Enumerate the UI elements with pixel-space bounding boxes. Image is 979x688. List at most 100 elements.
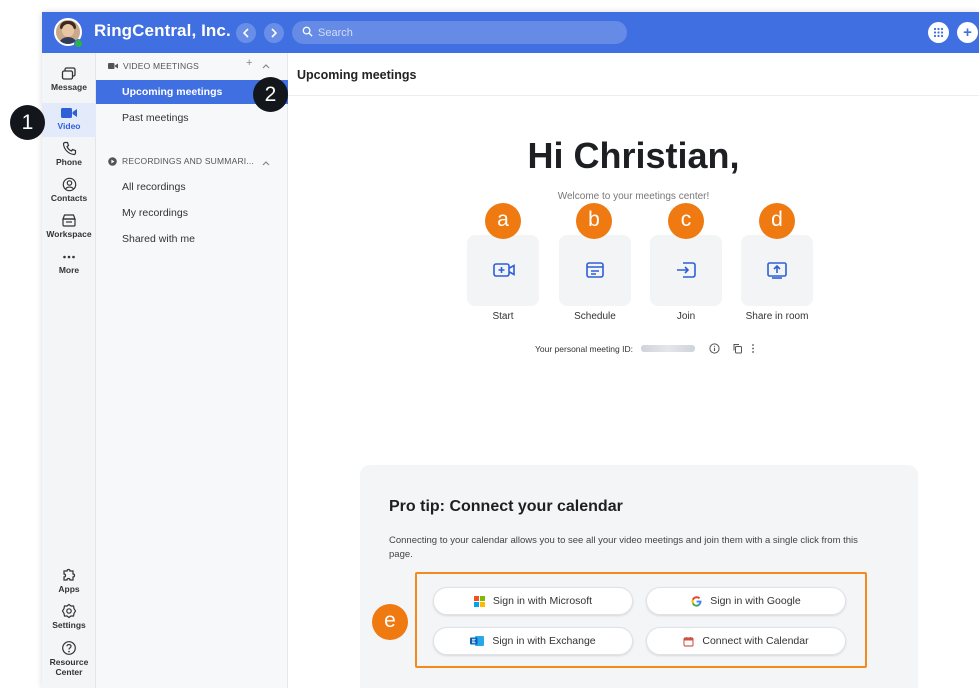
- rail-item-label: Resource: [49, 657, 89, 667]
- exchange-icon: [470, 636, 485, 646]
- rail-item-label: Workspace: [46, 229, 92, 239]
- button-label: Sign in with Microsoft: [492, 595, 593, 607]
- annotation-badge-d: d: [759, 203, 795, 239]
- schedule-meeting-button[interactable]: [559, 235, 631, 306]
- rail-item-label: Phone: [56, 157, 82, 167]
- annotation-badge-a: a: [485, 203, 521, 239]
- calendar-icon: [683, 636, 694, 646]
- microsoft-icon: [473, 595, 485, 607]
- rail-item-workspace[interactable]: Workspace: [42, 213, 96, 247]
- section-title: VIDEO MEETINGS: [123, 61, 200, 71]
- top-bar: RingCentral, Inc. +: [42, 12, 979, 53]
- rail-item-label: Contacts: [50, 193, 88, 203]
- start-meeting-icon: [493, 263, 515, 277]
- join-meeting-button[interactable]: [650, 235, 722, 306]
- rail-item-label: Message: [51, 82, 87, 92]
- sidebar-item-my-recordings[interactable]: My recordings: [96, 201, 288, 225]
- new-action-button[interactable]: +: [957, 22, 978, 43]
- greeting: Hi Christian,: [527, 135, 740, 176]
- rail-item-video[interactable]: Video: [42, 103, 96, 137]
- chevron-up-icon: [262, 64, 270, 69]
- chevron-left-icon: [242, 28, 249, 38]
- annotation-badge-1: 1: [10, 105, 45, 140]
- rail-item-resource-center[interactable]: Resource Center: [42, 640, 96, 684]
- info-icon[interactable]: [709, 343, 720, 354]
- pro-tip-description: Connecting to your calendar allows you t…: [389, 535, 858, 560]
- action-label-share-in-room: Share in room: [745, 311, 809, 322]
- personal-meeting-id-label: Your personal meeting ID:: [535, 343, 633, 354]
- search-input[interactable]: [318, 24, 618, 41]
- phone-icon: [62, 141, 76, 156]
- sidebar-item-all-recordings[interactable]: All recordings: [96, 175, 288, 199]
- sign-in-google-button[interactable]: Sign in with Google: [646, 587, 846, 615]
- sidebar-item-past-meetings[interactable]: Past meetings: [96, 106, 288, 130]
- share-in-room-button[interactable]: [741, 235, 813, 306]
- pro-tip-title: Pro tip: Connect your calendar: [389, 498, 623, 515]
- rail-item-phone[interactable]: Phone: [42, 141, 96, 175]
- section-header-recordings: RECORDINGS AND SUMMARI...: [108, 154, 254, 168]
- org-name: RingCentral, Inc.: [94, 21, 231, 40]
- video-icon: [61, 108, 77, 118]
- collapse-recordings-section-button[interactable]: [262, 157, 270, 169]
- button-label: Sign in with Google: [710, 595, 801, 607]
- rail-item-label: More: [58, 265, 80, 275]
- action-label-start: Start: [492, 311, 514, 322]
- rail-item-more[interactable]: More: [42, 249, 96, 283]
- more-icon: [63, 255, 75, 259]
- rail-item-label: Video: [57, 121, 81, 131]
- dialpad-button[interactable]: [928, 22, 949, 43]
- sign-in-exchange-button[interactable]: Sign in with Exchange: [433, 627, 633, 655]
- app-window: RingCentral, Inc. + Message Video P: [42, 12, 979, 688]
- annotation-badge-b: b: [576, 203, 612, 239]
- action-label-schedule: Schedule: [574, 311, 616, 322]
- search-bar[interactable]: [292, 21, 627, 44]
- contacts-icon: [62, 177, 76, 192]
- settings-icon: [61, 603, 77, 619]
- help-icon: [62, 641, 76, 655]
- rail-item-apps[interactable]: Apps: [42, 567, 96, 601]
- rail-item-settings[interactable]: Settings: [42, 603, 96, 637]
- copy-icon[interactable]: [732, 343, 743, 354]
- google-icon: [691, 595, 702, 607]
- welcome-text: Welcome to your meetings center!: [557, 191, 710, 202]
- rail-item-message[interactable]: Message: [42, 67, 96, 101]
- connect-with-calendar-button[interactable]: Connect with Calendar: [646, 627, 846, 655]
- action-label-join: Join: [676, 311, 696, 322]
- annotation-badge-2: 2: [253, 77, 288, 112]
- search-icon: [302, 26, 313, 37]
- meetings-sidebar: VIDEO MEETINGS + Upcoming meetings Past …: [96, 53, 288, 688]
- plus-icon: +: [246, 57, 253, 69]
- rail-item-contacts[interactable]: Contacts: [42, 177, 96, 211]
- chevron-right-icon: [271, 28, 278, 38]
- forward-button[interactable]: [264, 23, 284, 43]
- dialpad-icon: [933, 27, 944, 38]
- main-header: Upcoming meetings: [288, 53, 979, 96]
- personal-meeting-id-value: [640, 345, 695, 352]
- video-icon: [108, 63, 118, 69]
- plus-icon: +: [963, 24, 972, 41]
- join-icon: [677, 262, 696, 278]
- sidebar-item-shared-with-me[interactable]: Shared with me: [96, 227, 288, 251]
- sign-in-microsoft-button[interactable]: Sign in with Microsoft: [433, 587, 633, 615]
- annotation-badge-c: c: [668, 203, 704, 239]
- rail-item-label: Settings: [52, 620, 86, 630]
- presence-indicator: [74, 39, 83, 48]
- button-label: Connect with Calendar: [702, 635, 809, 647]
- more-vertical-icon[interactable]: [751, 343, 755, 354]
- message-icon: [61, 67, 76, 80]
- back-button[interactable]: [236, 23, 256, 43]
- collapse-video-section-button[interactable]: [262, 60, 270, 72]
- share-room-icon: [767, 262, 787, 279]
- section-header-video-meetings: VIDEO MEETINGS: [108, 59, 199, 73]
- add-meeting-button[interactable]: +: [246, 57, 252, 69]
- start-meeting-button[interactable]: [467, 235, 539, 306]
- page-title: Upcoming meetings: [297, 68, 417, 82]
- main-content: Upcoming meetings Hi Christian, Welcome …: [288, 53, 979, 688]
- button-label: Sign in with Exchange: [492, 635, 596, 647]
- schedule-icon: [586, 262, 604, 278]
- annotation-badge-e: e: [372, 604, 408, 640]
- calendar-signin-highlight: Sign in with Microsoft Sign in with Goog…: [415, 572, 867, 668]
- recording-icon: [108, 156, 117, 166]
- left-rail: Message Video Phone Contacts Workspace M…: [42, 53, 96, 688]
- workspace-icon: [62, 214, 76, 227]
